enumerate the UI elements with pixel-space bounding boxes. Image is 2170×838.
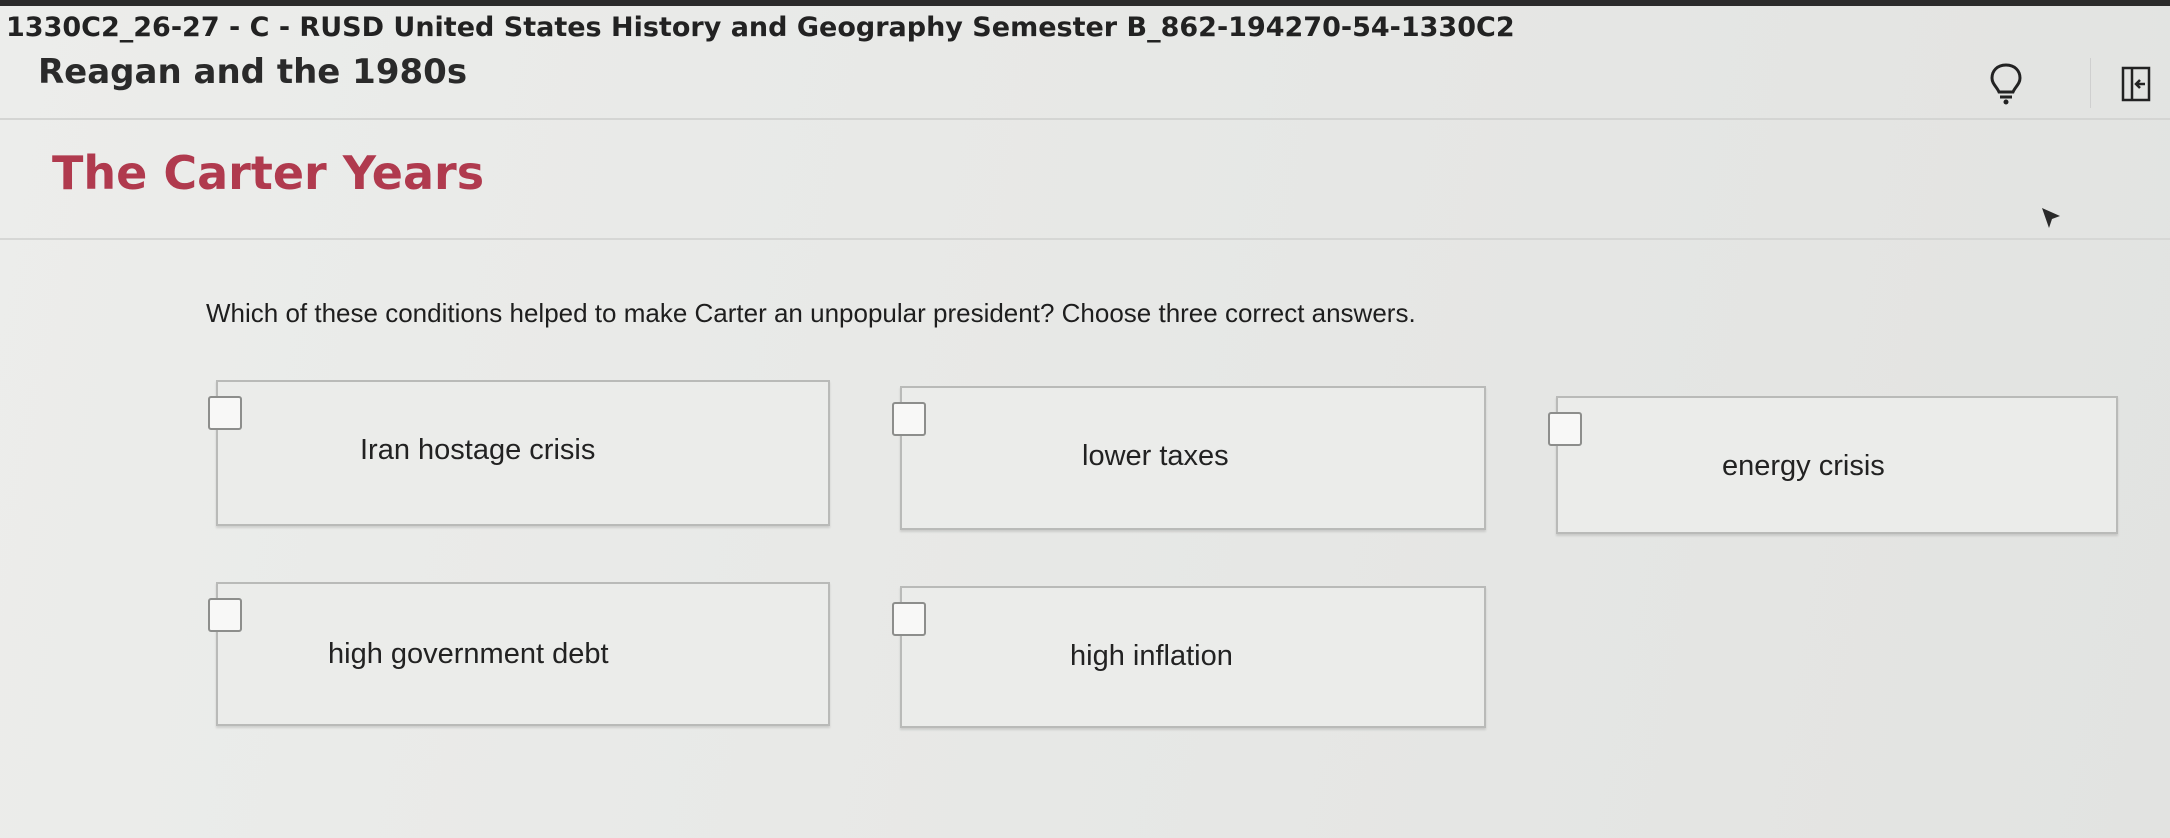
answer-choice[interactable]: energy crisis (1548, 396, 2118, 534)
toolbar-divider (2090, 58, 2091, 108)
choice-label: high inflation (1070, 640, 1233, 672)
choice-label: energy crisis (1722, 450, 1885, 482)
choice-label: high government debt (328, 638, 609, 670)
answer-choice[interactable]: Iran hostage crisis (208, 380, 830, 526)
unit-title: Reagan and the 1980s (38, 52, 468, 92)
checkbox[interactable] (892, 402, 926, 436)
question-prompt: Which of these conditions helped to make… (206, 298, 1416, 328)
answer-choice[interactable]: high government debt (208, 582, 830, 726)
choice-label: Iran hostage crisis (360, 434, 596, 466)
exit-door-icon (2121, 66, 2151, 102)
hint-button[interactable] (1980, 58, 2032, 110)
mouse-cursor-icon (2042, 208, 2060, 228)
course-title: 1330C2_26-27 - C - RUSD United States Hi… (6, 12, 1515, 43)
section-title: The Carter Years (52, 146, 485, 200)
checkbox[interactable] (1548, 412, 1582, 446)
header-divider (0, 118, 2170, 120)
lightbulb-icon (1990, 63, 2022, 105)
checkbox[interactable] (892, 602, 926, 636)
exit-button[interactable] (2114, 62, 2158, 106)
checkbox[interactable] (208, 396, 242, 430)
answer-choice[interactable]: high inflation (892, 586, 1486, 728)
answer-choice[interactable]: lower taxes (892, 386, 1486, 530)
choice-label: lower taxes (1082, 440, 1229, 472)
checkbox[interactable] (208, 598, 242, 632)
section-divider (0, 238, 2170, 240)
top-bar (0, 0, 2170, 6)
